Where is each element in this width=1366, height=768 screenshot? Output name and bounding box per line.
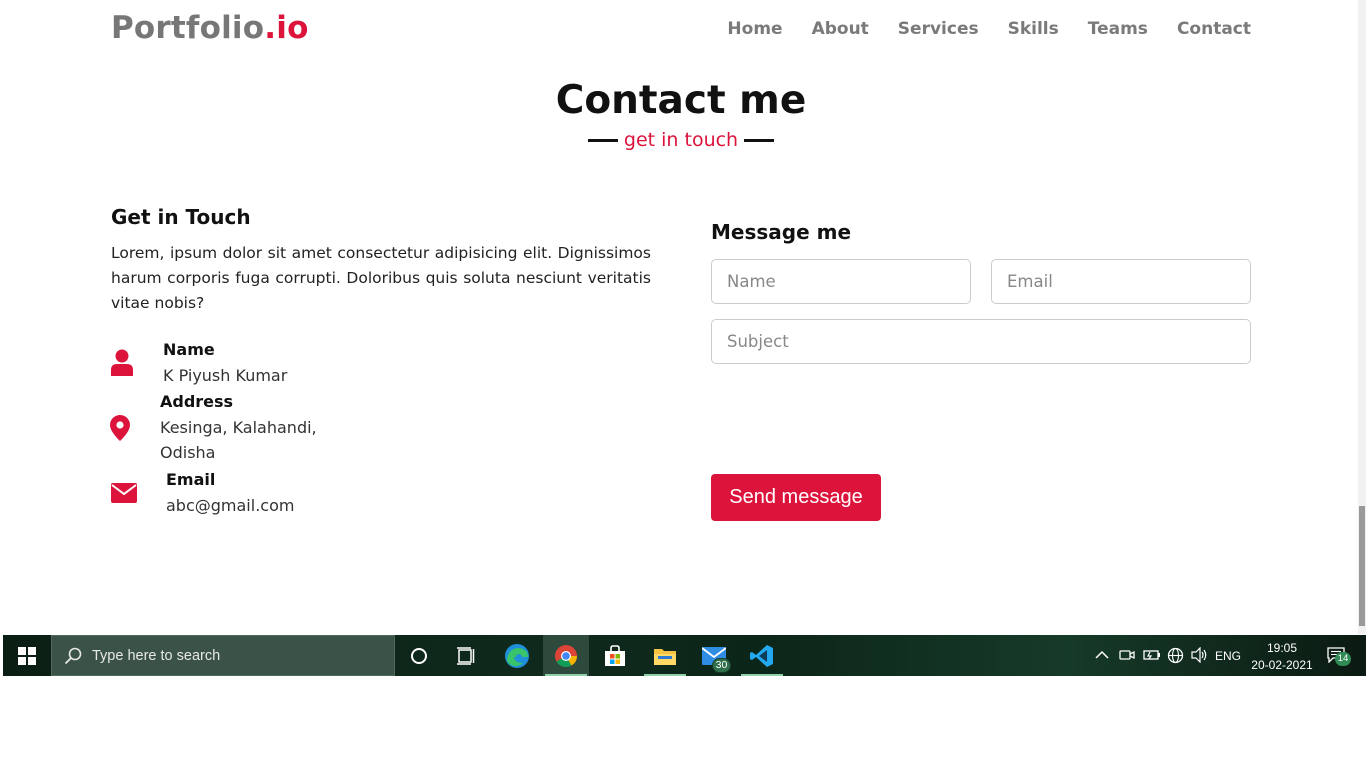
taskbar-clock[interactable]: 19:05 20-02-2021 bbox=[1249, 640, 1315, 674]
user-icon bbox=[111, 349, 133, 376]
message-me-heading: Message me bbox=[711, 220, 852, 244]
folder-icon bbox=[654, 648, 676, 665]
task-view-icon bbox=[457, 646, 475, 665]
volume-icon[interactable] bbox=[1191, 647, 1209, 663]
subtitle-line-right bbox=[744, 138, 775, 142]
scrollbar-thumb[interactable] bbox=[1359, 506, 1365, 626]
cortana-circle-icon bbox=[411, 647, 427, 664]
logo-main: Portfolio bbox=[111, 10, 265, 46]
chrome-icon bbox=[555, 644, 577, 667]
get-in-touch-column: Get in Touch Lorem, ipsum dolor sit amet… bbox=[111, 205, 651, 316]
battery-icon[interactable] bbox=[1143, 648, 1161, 662]
search-placeholder: Type here to search bbox=[92, 647, 221, 664]
windows-taskbar: Type here to search 30 ENG 19:05 20-02-2… bbox=[3, 635, 1366, 676]
subtitle-line-left bbox=[587, 138, 618, 142]
edge-icon bbox=[505, 643, 529, 668]
windows-logo-icon bbox=[18, 646, 36, 665]
navbar: Portfolio.io Home About Services Skills … bbox=[0, 0, 1358, 62]
store-bag-icon bbox=[605, 644, 625, 666]
clock-time: 19:05 bbox=[1266, 641, 1298, 655]
nav-link-about[interactable]: About bbox=[812, 19, 869, 39]
cortana-button[interactable] bbox=[396, 635, 442, 676]
page-scrollbar[interactable] bbox=[1358, 0, 1366, 634]
taskbar-search-box[interactable]: Type here to search bbox=[51, 635, 395, 676]
name-input[interactable] bbox=[711, 259, 971, 304]
file-explorer-taskbar-button[interactable] bbox=[642, 635, 688, 676]
chrome-taskbar-button[interactable] bbox=[543, 635, 589, 676]
notifications-badge: 14 bbox=[1335, 652, 1351, 666]
nav-link-teams[interactable]: Teams bbox=[1088, 19, 1148, 39]
mail-taskbar-button[interactable]: 30 bbox=[691, 635, 737, 676]
info-title-email: Email bbox=[166, 470, 216, 489]
get-in-touch-paragraph: Lorem, ipsum dolor sit amet consectetur … bbox=[111, 244, 651, 312]
subtitle-text: get in touch bbox=[623, 129, 739, 151]
mail-badge: 30 bbox=[712, 658, 731, 673]
info-title-name: Name bbox=[163, 340, 215, 359]
section-title: Contact me bbox=[555, 78, 807, 123]
info-value-address-line2: Odisha bbox=[160, 443, 216, 462]
nav-menu: Home About Services Skills Teams Contact bbox=[727, 19, 1251, 39]
info-value-email: abc@gmail.com bbox=[166, 496, 295, 515]
send-message-button[interactable]: Send message bbox=[711, 474, 881, 521]
section-subtitle: get in touch bbox=[0, 129, 1362, 151]
map-marker-icon bbox=[110, 415, 130, 441]
network-globe-icon[interactable] bbox=[1167, 647, 1184, 664]
info-value-address-line1: Kesinga, Kalahandi, bbox=[160, 418, 317, 437]
get-in-touch-heading: Get in Touch bbox=[111, 205, 251, 229]
subject-input[interactable] bbox=[711, 319, 1251, 364]
store-taskbar-button[interactable] bbox=[592, 635, 638, 676]
vscode-icon bbox=[750, 644, 773, 667]
meet-now-icon[interactable] bbox=[1119, 647, 1135, 663]
vscode-taskbar-button[interactable] bbox=[739, 635, 785, 676]
logo-accent: .io bbox=[264, 10, 309, 46]
start-button[interactable] bbox=[3, 635, 51, 676]
nav-link-home[interactable]: Home bbox=[727, 19, 782, 39]
info-value-name: K Piyush Kumar bbox=[163, 366, 288, 385]
site-logo[interactable]: Portfolio.io bbox=[111, 10, 309, 46]
input-language-indicator[interactable]: ENG bbox=[1215, 649, 1241, 663]
info-title-address: Address bbox=[160, 392, 234, 411]
clock-date: 20-02-2021 bbox=[1251, 658, 1313, 672]
search-icon bbox=[64, 647, 82, 664]
nav-link-services[interactable]: Services bbox=[898, 19, 979, 39]
envelope-icon bbox=[111, 483, 137, 503]
show-hidden-icons-chevron-icon[interactable] bbox=[1095, 650, 1109, 660]
action-center-button[interactable]: 14 bbox=[1325, 643, 1351, 669]
nav-link-contact[interactable]: Contact bbox=[1177, 19, 1251, 39]
nav-link-skills[interactable]: Skills bbox=[1008, 19, 1059, 39]
email-input[interactable] bbox=[991, 259, 1251, 304]
edge-taskbar-button[interactable] bbox=[494, 635, 540, 676]
task-view-button[interactable] bbox=[443, 635, 489, 676]
